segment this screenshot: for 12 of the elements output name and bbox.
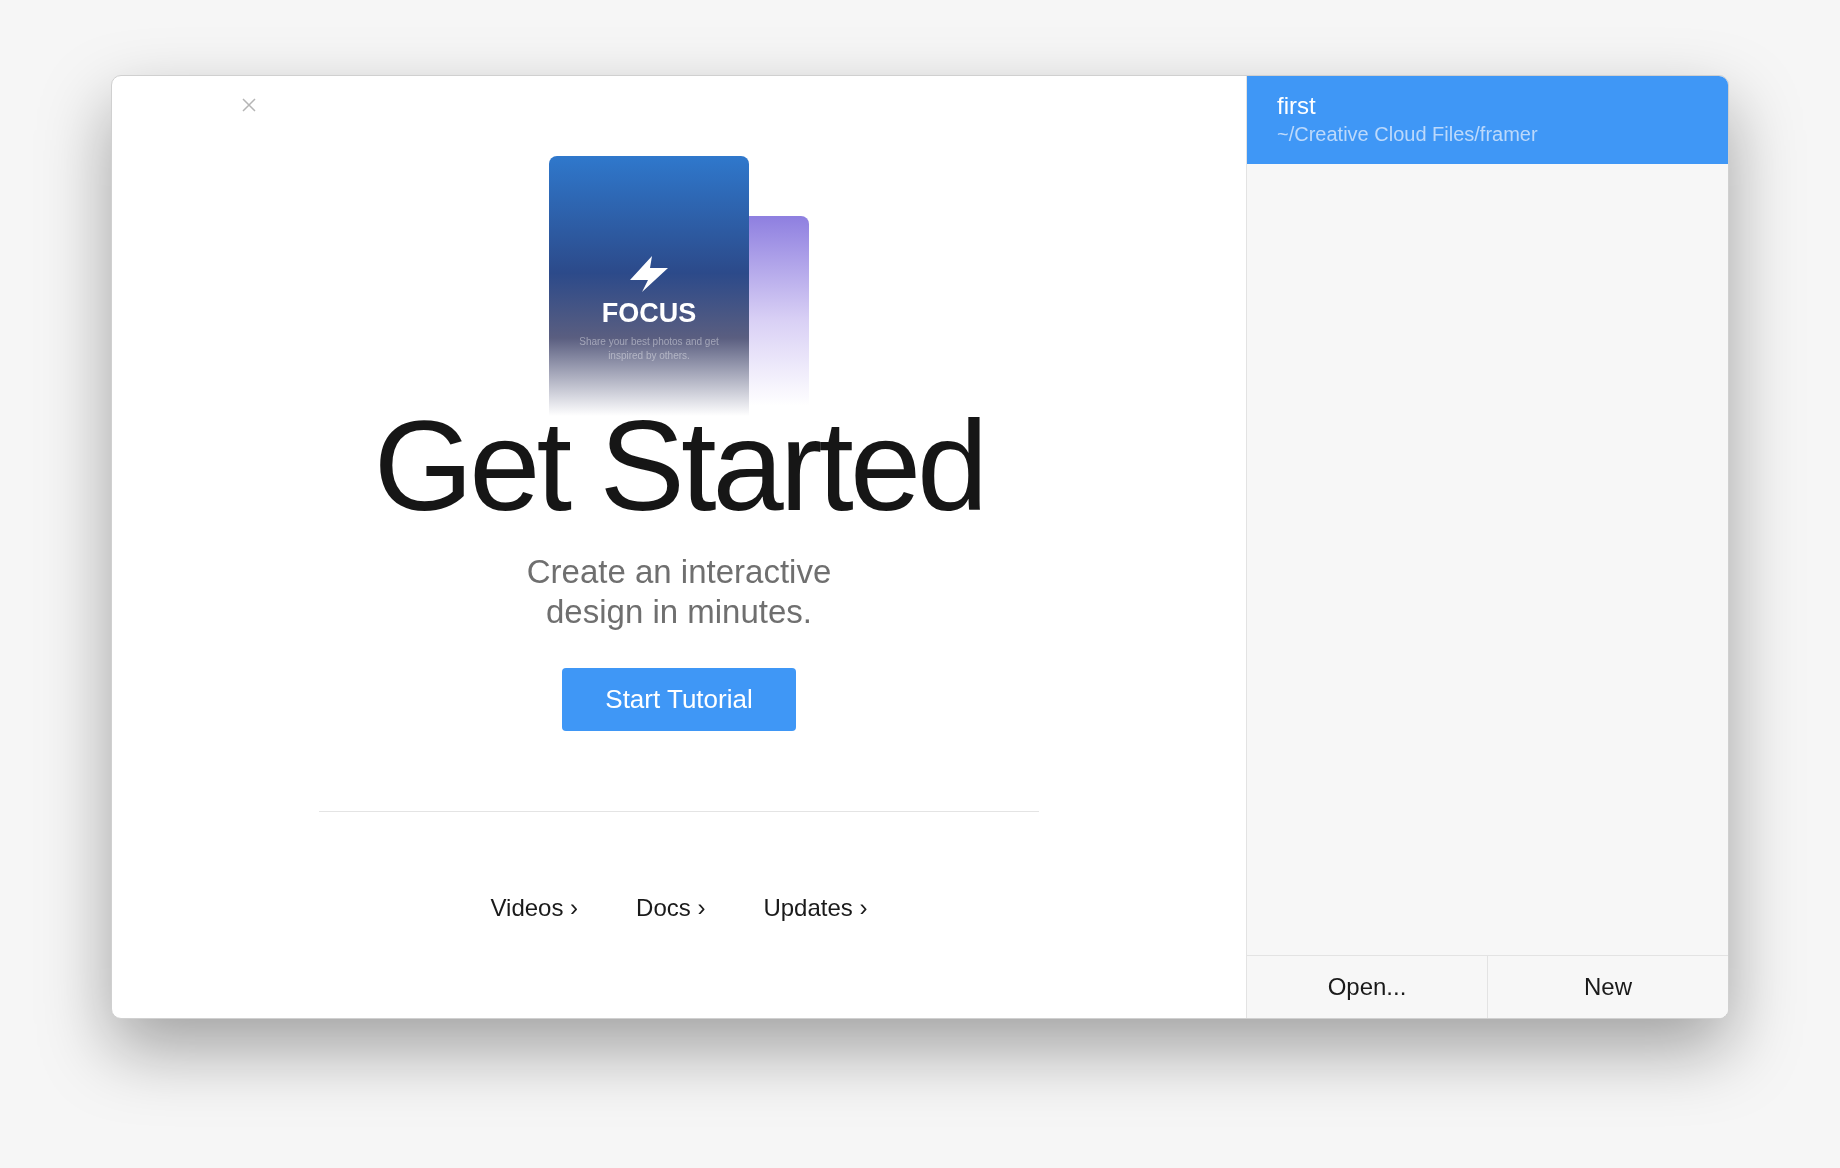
lightning-icon [630,256,668,292]
close-icon[interactable] [242,98,256,112]
footer-button[interactable]: Open... [1247,956,1487,1018]
footer-button[interactable]: New [1487,956,1728,1018]
subtitle: Create an interactive design in minutes. [525,552,833,632]
card-title: FOCUS [601,300,697,327]
heading: Get Started [373,396,985,536]
project-path: ~/Creative Cloud Files/framer [1277,122,1539,147]
nav-link[interactable]: Updates › [763,890,868,926]
nav-link[interactable]: Videos › [490,890,579,926]
project-name: first [1277,92,1317,120]
nav-link[interactable]: Docs › [636,890,706,926]
